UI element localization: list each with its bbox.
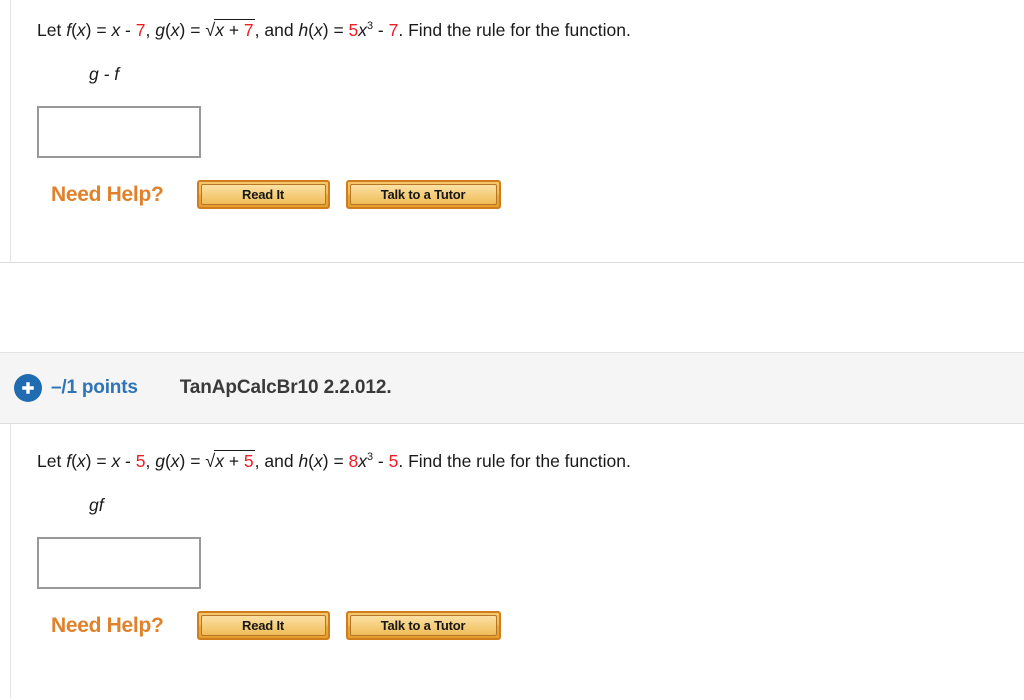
read-it-button-face-1: Read It (200, 184, 326, 206)
question-block-2: –/1 points TanApCalcBr10 2.2.012. Let f(… (0, 352, 1024, 698)
talk-to-tutor-button-2[interactable]: Talk to a Tutor (345, 611, 501, 641)
prompt-separator-2: , and (254, 20, 299, 40)
prompt-separator-2-2: , and (254, 451, 299, 471)
read-it-button-label-1: Read It (242, 187, 284, 203)
prompt-separator-1: , (145, 20, 156, 40)
radicand-2: x + 5 (214, 450, 255, 471)
talk-to-tutor-button-face-1: Talk to a Tutor (349, 184, 497, 206)
radicand-constant-2: 5 (243, 451, 254, 471)
prompt-tail-2: . Find the rule for the function. (398, 451, 631, 471)
answer-field-wrapper-1 (11, 85, 1024, 159)
need-help-row-2: Need Help? Read It Talk to a Tutor (11, 589, 1024, 641)
prompt-let-2: Let (37, 451, 67, 471)
radicand-variable-2: x (215, 451, 224, 471)
function-f-operator-2: - (120, 451, 136, 471)
function-g-name: g (155, 20, 165, 40)
answer-input-2[interactable] (37, 537, 201, 590)
paren-close-eq-g: ) = (179, 20, 206, 40)
function-g-arg: x (170, 20, 180, 40)
function-f-variable-2: x (111, 451, 121, 471)
radicand-operator: + (223, 20, 244, 40)
function-h-arg-2: x (314, 451, 323, 471)
rule-expression-2: gf (89, 495, 104, 516)
rule-expression-1: g - f (89, 64, 120, 85)
function-h-name: h (298, 20, 309, 40)
function-f-variable: x (111, 20, 121, 40)
prompt-let: Let (37, 20, 67, 40)
answer-field-wrapper-2 (11, 516, 1024, 590)
read-it-button-label-2: Read It (242, 618, 284, 634)
function-h-operator: - (373, 20, 389, 40)
radicand-operator-2: + (223, 451, 244, 471)
need-help-label-2: Need Help? (51, 613, 164, 637)
function-h-name-2: h (298, 451, 309, 471)
radicand: x + 7 (214, 19, 255, 40)
function-h-variable: x (358, 20, 368, 40)
function-h-coefficient-2: 8 (348, 451, 359, 471)
square-root-expression: √x + 7 (205, 19, 255, 42)
function-g-arg-2: x (170, 451, 180, 471)
talk-to-tutor-button-label-1: Talk to a Tutor (380, 187, 466, 203)
radicand-variable: x (215, 20, 224, 40)
plus-circle-icon[interactable] (14, 374, 42, 402)
need-help-row-1: Need Help? Read It Talk to a Tutor (11, 158, 1024, 210)
prompt-separator-1-2: , (145, 451, 156, 471)
radicand-constant: 7 (243, 20, 254, 40)
question-body-2: Let f(x) = x - 5, g(x) = √x + 5, and h(x… (10, 424, 1024, 698)
question-prompt-1: Let f(x) = x - 7, g(x) = √x + 7, and h(x… (11, 0, 1024, 42)
read-it-button-2[interactable]: Read It (196, 611, 330, 641)
prompt-tail: . Find the rule for the function. (398, 20, 631, 40)
read-it-button-1[interactable]: Read It (196, 180, 330, 210)
function-h-constant: 7 (388, 20, 399, 40)
function-h-coefficient: 5 (348, 20, 359, 40)
talk-to-tutor-button-label-2: Talk to a Tutor (380, 618, 466, 634)
question-body-1: Let f(x) = x - 7, g(x) = √x + 7, and h(x… (0, 0, 1024, 263)
function-g-name-2: g (155, 451, 165, 471)
function-f-arg-2: x (76, 451, 86, 471)
assignment-code-2: TanApCalcBr10 2.2.012. (179, 377, 392, 398)
paren-close-eq-2: ) = (85, 451, 112, 471)
function-h-variable-2: x (358, 451, 368, 471)
function-f-arg: x (76, 20, 86, 40)
function-h-operator-2: - (373, 451, 389, 471)
function-h-arg: x (314, 20, 323, 40)
square-root-expression-2: √x + 5 (205, 450, 255, 473)
need-help-label-1: Need Help? (51, 182, 164, 206)
question-header-2: –/1 points TanApCalcBr10 2.2.012. (0, 352, 1024, 424)
function-f-operator: - (120, 20, 136, 40)
read-it-button-face-2: Read It (200, 615, 326, 637)
talk-to-tutor-button-1[interactable]: Talk to a Tutor (345, 180, 501, 210)
question-block-1: Let f(x) = x - 7, g(x) = √x + 7, and h(x… (0, 0, 1024, 263)
paren-close-eq: ) = (85, 20, 112, 40)
paren-close-eq-g-2: ) = (179, 451, 206, 471)
points-label-2: –/1 points (51, 377, 138, 398)
function-h-constant-2: 5 (388, 451, 399, 471)
question-gap-spacer (0, 263, 1024, 352)
answer-input-1[interactable] (37, 106, 201, 159)
talk-to-tutor-button-face-2: Talk to a Tutor (349, 615, 497, 637)
question-prompt-2: Let f(x) = x - 5, g(x) = √x + 5, and h(x… (11, 424, 1024, 473)
paren-close-eq-h-2: ) = (322, 451, 349, 471)
paren-close-eq-h: ) = (322, 20, 349, 40)
